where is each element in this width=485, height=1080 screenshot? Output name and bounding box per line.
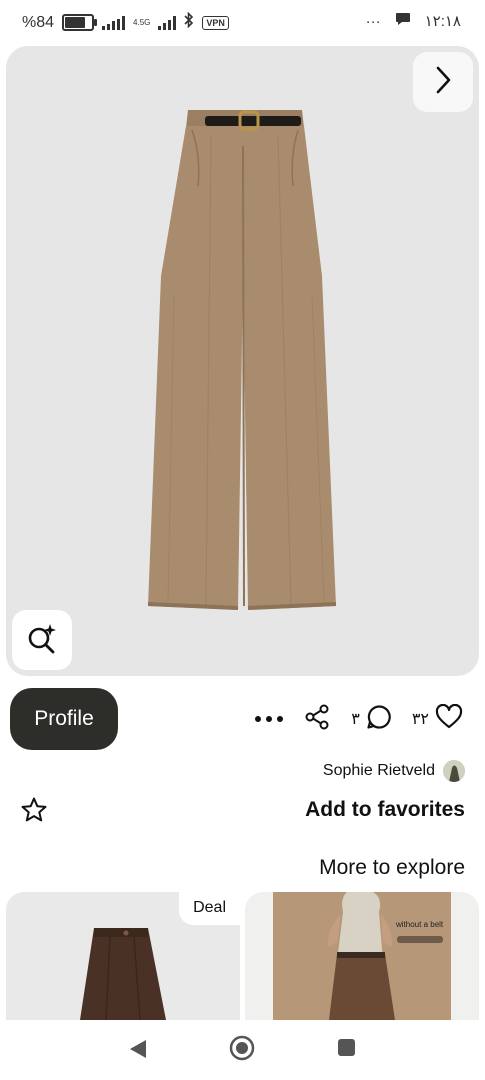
overlay-text: without a belt <box>396 920 444 929</box>
bluetooth-icon <box>184 11 194 33</box>
add-to-favorites-label: Add to favorites <box>305 798 465 821</box>
avatar <box>443 760 465 782</box>
more-options-icon[interactable] <box>255 716 284 722</box>
network-type: 4.5G <box>133 17 151 27</box>
signal-icon-2 <box>158 15 177 30</box>
comment-action[interactable]: ۳ <box>351 704 392 735</box>
visual-search-icon <box>25 621 59 660</box>
profile-button[interactable]: Profile <box>10 688 118 750</box>
next-image-button[interactable] <box>413 52 473 112</box>
related-pin-card[interactable]: without a belt <box>245 892 479 1020</box>
pin-image[interactable] <box>6 46 479 676</box>
like-count: ۳۲ <box>411 711 429 728</box>
status-left: %84 4.5G VPN <box>22 11 229 33</box>
status-bar: %84 4.5G VPN ··· ۱۲:۱۸ <box>0 0 485 46</box>
section-title: More to explore <box>319 856 465 879</box>
like-action[interactable]: ۳۲ <box>411 703 463 735</box>
related-pin-card[interactable]: Deal <box>6 892 240 1020</box>
vpn-badge: VPN <box>202 15 229 30</box>
chat-notification-icon <box>395 12 411 30</box>
overflow-indicator: ··· <box>365 12 381 30</box>
comment-count: ۳ <box>351 711 360 728</box>
battery-fill <box>65 17 86 28</box>
battery-icon <box>62 14 98 31</box>
clock: ۱۲:۱۸ <box>424 13 461 30</box>
star-icon[interactable] <box>20 796 48 829</box>
back-icon[interactable] <box>128 1038 148 1065</box>
share-icon[interactable] <box>303 703 331 736</box>
owner-name: Sophie Rietveld <box>322 762 435 779</box>
pin-owner[interactable]: Sophie Rietveld <box>323 760 465 782</box>
signal-icon <box>102 15 126 30</box>
trousers-image <box>148 110 336 610</box>
favorites-row[interactable]: Add to favorites <box>0 796 485 826</box>
status-right: ··· ۱۲:۱۸ <box>365 12 461 31</box>
pin-actions: ۳ ۳۲ <box>255 700 463 738</box>
deal-badge: Deal <box>179 892 240 925</box>
profile-button-label: Profile <box>34 707 94 730</box>
recents-icon[interactable] <box>338 1039 355 1056</box>
heart-icon <box>435 703 463 735</box>
chevron-right-icon <box>433 65 453 100</box>
home-icon[interactable] <box>229 1035 255 1066</box>
visual-search-button[interactable] <box>12 610 72 670</box>
battery-percent: %84 <box>22 13 55 31</box>
model-outfit-image <box>273 892 451 1020</box>
comment-icon <box>366 704 392 735</box>
